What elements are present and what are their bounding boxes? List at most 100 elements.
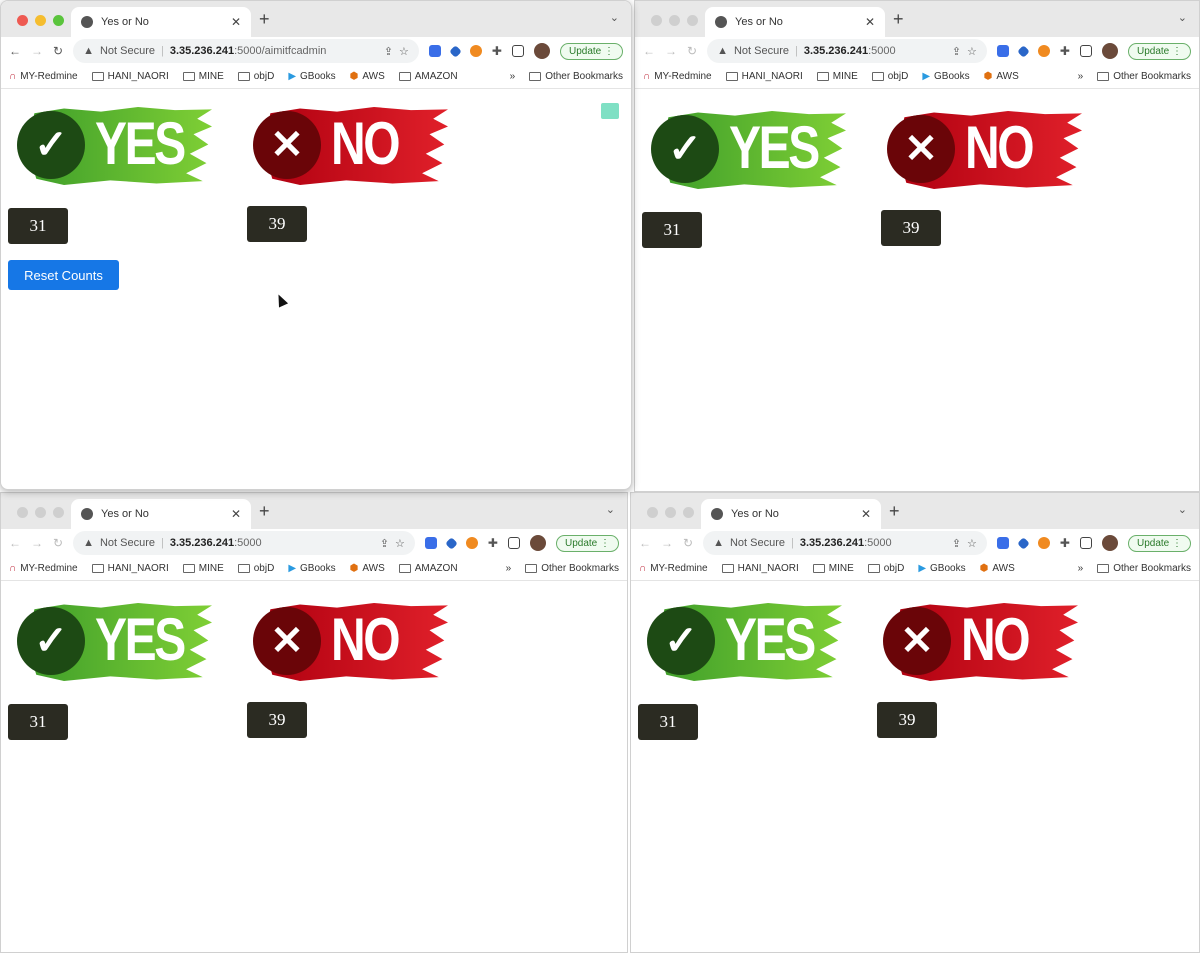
security-label[interactable]: Not Secure: [100, 537, 155, 549]
bookmark-item[interactable]: ⬢ AWS: [350, 563, 385, 574]
tab-yes-or-no[interactable]: Yes or No ✕: [705, 7, 885, 37]
side-panel-icon[interactable]: [1079, 45, 1092, 57]
reset-counts-button[interactable]: Reset Counts: [8, 260, 119, 290]
maximize-window-button[interactable]: [687, 15, 698, 26]
more-bookmarks-button[interactable]: »: [510, 71, 516, 82]
yes-vote-button[interactable]: ✓ YES: [651, 105, 851, 195]
update-button[interactable]: Update ⋮: [1127, 42, 1191, 60]
profile-avatar[interactable]: [529, 535, 546, 551]
side-panel-icon[interactable]: [511, 45, 524, 57]
minimize-window-button[interactable]: [35, 15, 46, 26]
back-button[interactable]: ←: [639, 536, 651, 550]
bookmark-item[interactable]: MINE: [182, 563, 224, 574]
minimize-window-button[interactable]: [669, 15, 680, 26]
minimize-window-button[interactable]: [35, 507, 46, 518]
share-icon[interactable]: ⇪: [380, 537, 389, 550]
bookmark-item[interactable]: objD: [237, 563, 274, 574]
extension-overlay-icon[interactable]: [601, 103, 619, 119]
new-tab-button[interactable]: +: [893, 9, 904, 30]
other-bookmarks[interactable]: Other Bookmarks: [1097, 71, 1191, 82]
new-tab-button[interactable]: +: [259, 9, 270, 30]
bookmark-item[interactable]: ⬢ AWS: [984, 71, 1019, 82]
address-bar[interactable]: ▲ Not Secure | 3.35.236.241:5000/aimitfc…: [73, 39, 419, 63]
bookmark-item[interactable]: HANI_NAORI: [91, 71, 169, 82]
close-tab-icon[interactable]: ✕: [861, 507, 871, 521]
bookmark-item[interactable]: ∩ MY-Redmine: [639, 563, 708, 574]
forward-button[interactable]: →: [661, 536, 673, 550]
bookmark-item[interactable]: objD: [867, 563, 904, 574]
bookmark-star-icon[interactable]: ☆: [967, 537, 977, 550]
reload-button[interactable]: ↻: [683, 536, 693, 550]
no-vote-button[interactable]: ✕ NO: [883, 597, 1083, 687]
new-tab-button[interactable]: +: [889, 501, 900, 522]
close-window-button[interactable]: [17, 15, 28, 26]
bookmark-item[interactable]: MINE: [182, 71, 224, 82]
tab-yes-or-no[interactable]: Yes or No ✕: [701, 499, 881, 529]
share-icon[interactable]: ⇪: [952, 45, 961, 58]
bookmark-item[interactable]: AMAZON: [398, 563, 458, 574]
address-bar[interactable]: ▲ Not Secure | 3.35.236.241:5000 ⇪ ☆: [707, 39, 987, 63]
extension-icon[interactable]: [1017, 536, 1030, 550]
address-bar[interactable]: ▲ Not Secure | 3.35.236.241:5000 ⇪ ☆: [73, 531, 415, 555]
bookmark-item[interactable]: HANI_NAORI: [725, 71, 803, 82]
bookmark-item[interactable]: ▶ GBooks: [922, 71, 969, 82]
bookmark-item[interactable]: ▶ GBooks: [288, 71, 335, 82]
no-vote-button[interactable]: ✕ NO: [887, 105, 1087, 195]
profile-avatar[interactable]: [533, 43, 550, 59]
other-bookmarks[interactable]: Other Bookmarks: [529, 71, 623, 82]
forward-button[interactable]: →: [665, 44, 677, 58]
translate-extension-icon[interactable]: [996, 537, 1009, 549]
extension-icon[interactable]: [449, 44, 462, 58]
puzzle-extensions-icon[interactable]: ✚: [492, 44, 502, 58]
puzzle-extensions-icon[interactable]: ✚: [1060, 536, 1070, 550]
update-button[interactable]: Update ⋮: [1127, 534, 1191, 552]
tab-search-chevron-icon[interactable]: ⌄: [610, 11, 619, 24]
tab-search-chevron-icon[interactable]: ⌄: [606, 503, 615, 516]
tab-yes-or-no[interactable]: Yes or No ✕: [71, 7, 251, 37]
extension-icon[interactable]: [469, 45, 482, 57]
extension-icon[interactable]: [1017, 44, 1030, 58]
bookmark-item[interactable]: ⬢ AWS: [980, 563, 1015, 574]
maximize-window-button[interactable]: [53, 507, 64, 518]
update-button[interactable]: Update ⋮: [555, 534, 619, 552]
bookmark-star-icon[interactable]: ☆: [399, 45, 409, 58]
forward-button[interactable]: →: [31, 536, 43, 550]
reload-button[interactable]: ↻: [53, 44, 63, 58]
more-bookmarks-button[interactable]: »: [1078, 563, 1084, 574]
back-button[interactable]: ←: [643, 44, 655, 58]
bookmark-star-icon[interactable]: ☆: [395, 537, 405, 550]
yes-vote-button[interactable]: ✓ YES: [17, 597, 217, 687]
bookmark-item[interactable]: objD: [237, 71, 274, 82]
translate-extension-icon[interactable]: [424, 537, 437, 549]
no-vote-button[interactable]: ✕ NO: [253, 101, 453, 191]
back-button[interactable]: ←: [9, 536, 21, 550]
tab-yes-or-no[interactable]: Yes or No ✕: [71, 499, 251, 529]
new-tab-button[interactable]: +: [259, 501, 270, 522]
puzzle-extensions-icon[interactable]: ✚: [488, 536, 498, 550]
side-panel-icon[interactable]: [507, 537, 520, 549]
reload-button[interactable]: ↻: [53, 536, 63, 550]
bookmark-item[interactable]: HANI_NAORI: [91, 563, 169, 574]
profile-avatar[interactable]: [1101, 43, 1118, 59]
bookmark-item[interactable]: ∩ MY-Redmine: [9, 71, 78, 82]
extension-icon[interactable]: [1037, 537, 1050, 549]
forward-button[interactable]: →: [31, 44, 43, 58]
back-button[interactable]: ←: [9, 44, 21, 58]
close-tab-icon[interactable]: ✕: [231, 15, 241, 29]
share-icon[interactable]: ⇪: [952, 537, 961, 550]
bookmark-item[interactable]: HANI_NAORI: [721, 563, 799, 574]
more-bookmarks-button[interactable]: »: [1078, 71, 1084, 82]
no-vote-button[interactable]: ✕ NO: [253, 597, 453, 687]
other-bookmarks[interactable]: Other Bookmarks: [525, 563, 619, 574]
tab-search-chevron-icon[interactable]: ⌄: [1178, 503, 1187, 516]
other-bookmarks[interactable]: Other Bookmarks: [1097, 563, 1191, 574]
close-tab-icon[interactable]: ✕: [865, 15, 875, 29]
translate-extension-icon[interactable]: [428, 45, 441, 57]
bookmark-item[interactable]: ∩ MY-Redmine: [643, 71, 712, 82]
bookmark-item[interactable]: AMAZON: [398, 71, 458, 82]
bookmark-item[interactable]: MINE: [812, 563, 854, 574]
extension-icon[interactable]: [445, 536, 458, 550]
share-icon[interactable]: ⇪: [384, 45, 393, 58]
close-window-button[interactable]: [647, 507, 658, 518]
yes-vote-button[interactable]: ✓ YES: [17, 101, 217, 191]
